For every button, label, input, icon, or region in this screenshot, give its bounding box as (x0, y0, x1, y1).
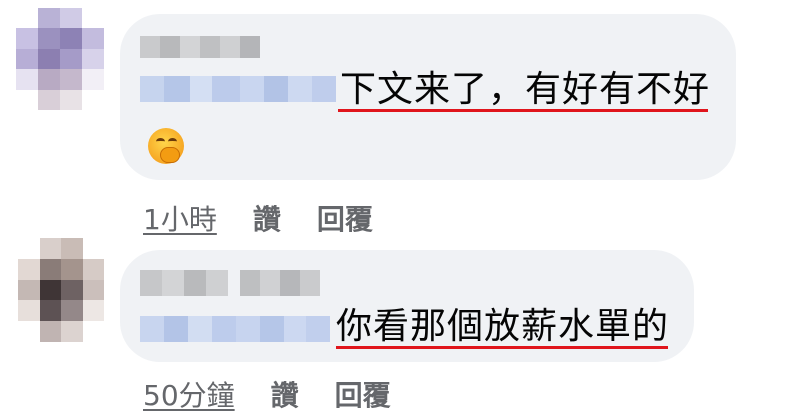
reply-button[interactable]: 回覆 (317, 198, 373, 238)
comment-text: 你看那個放薪水單的 (336, 306, 670, 347)
comment-actions: 50分鐘 讚 回覆 (143, 374, 391, 414)
avatar[interactable] (16, 8, 104, 110)
blurred-mention[interactable] (140, 76, 336, 102)
timestamp-link[interactable]: 1小時 (143, 198, 217, 238)
timestamp-link[interactable]: 50分鐘 (143, 374, 235, 414)
blurred-author-name[interactable] (140, 36, 260, 58)
red-underline (338, 109, 708, 112)
avatar[interactable] (18, 238, 104, 342)
emoji-eye (156, 138, 165, 145)
emoji-hand (160, 147, 180, 163)
blurred-mention[interactable] (140, 316, 330, 342)
red-underline (336, 346, 668, 349)
comment-actions: 1小時 讚 回覆 (143, 198, 373, 238)
emoji-eye (168, 138, 177, 145)
comment-thread: 下文来了，有好有不好 1小時 讚 回覆 你看那個放薪水單的 50分鐘 讚 回覆 (0, 0, 800, 414)
like-button[interactable]: 讚 (253, 198, 281, 238)
blurred-author-name[interactable] (140, 270, 320, 296)
hand-over-mouth-emoji (148, 128, 184, 164)
reply-button[interactable]: 回覆 (335, 374, 391, 414)
like-button[interactable]: 讚 (271, 374, 299, 414)
comment-text: 下文来了，有好有不好 (340, 69, 711, 110)
